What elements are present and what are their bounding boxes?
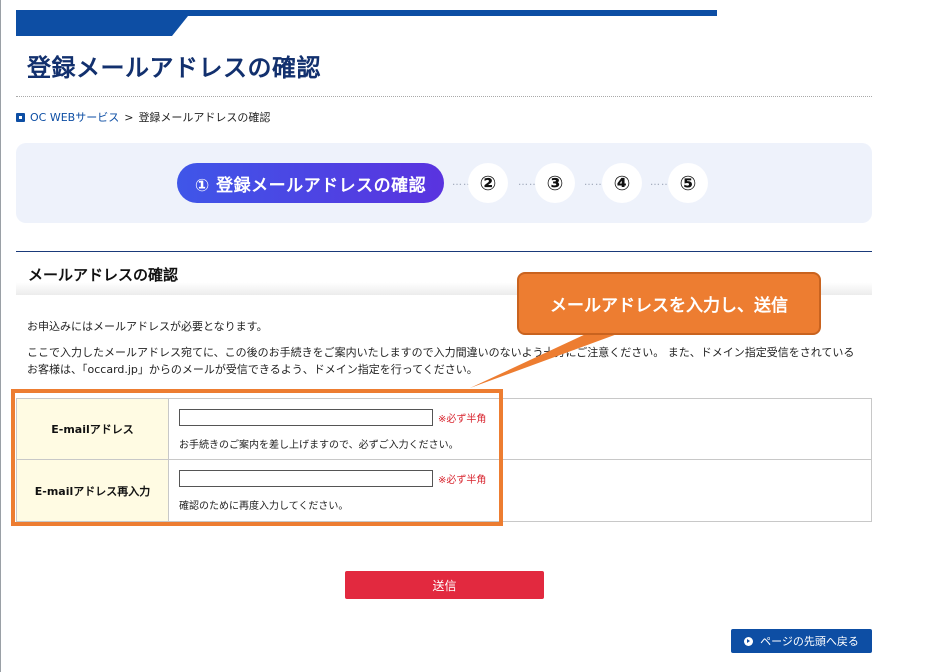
callout-annotation: メールアドレスを入力し、送信 bbox=[517, 272, 821, 335]
step-1-active: ① 登録メールアドレスの確認 bbox=[177, 163, 444, 203]
highlight-frame bbox=[11, 389, 503, 526]
page-top-label: ページの先頭へ戻る bbox=[760, 635, 859, 648]
circle-arrow-icon bbox=[744, 636, 754, 646]
header-bar bbox=[16, 10, 717, 36]
step-indicator: ① 登録メールアドレスの確認 …… ② …… ③ …… ④ …… ⑤ bbox=[16, 143, 872, 223]
section-divider bbox=[16, 251, 872, 252]
submit-button[interactable]: 送信 bbox=[345, 571, 544, 599]
breadcrumb-current: 登録メールアドレスの確認 bbox=[138, 111, 271, 124]
step-4: ④ bbox=[602, 163, 642, 203]
step-5: ⑤ bbox=[668, 163, 708, 203]
page-title: 登録メールアドレスの確認 bbox=[27, 54, 321, 82]
title-divider bbox=[16, 96, 872, 97]
step-3: ③ bbox=[535, 163, 575, 203]
breadcrumb-separator: > bbox=[124, 110, 134, 124]
page-top-button[interactable]: ページの先頭へ戻る bbox=[731, 629, 872, 653]
left-border bbox=[0, 0, 1, 672]
breadcrumb: OC WEBサービス > 登録メールアドレスの確認 bbox=[16, 109, 270, 125]
step-2: ② bbox=[468, 163, 508, 203]
intro-text: お申込みにはメールアドレスが必要となります。 bbox=[27, 320, 268, 333]
intro-notice: ここで入力したメールアドレス宛てに、この後のお手続きをご案内いたしますので入力間… bbox=[27, 346, 855, 376]
breadcrumb-home-link[interactable]: OC WEBサービス bbox=[30, 109, 119, 125]
square-bullet-icon bbox=[16, 112, 25, 122]
